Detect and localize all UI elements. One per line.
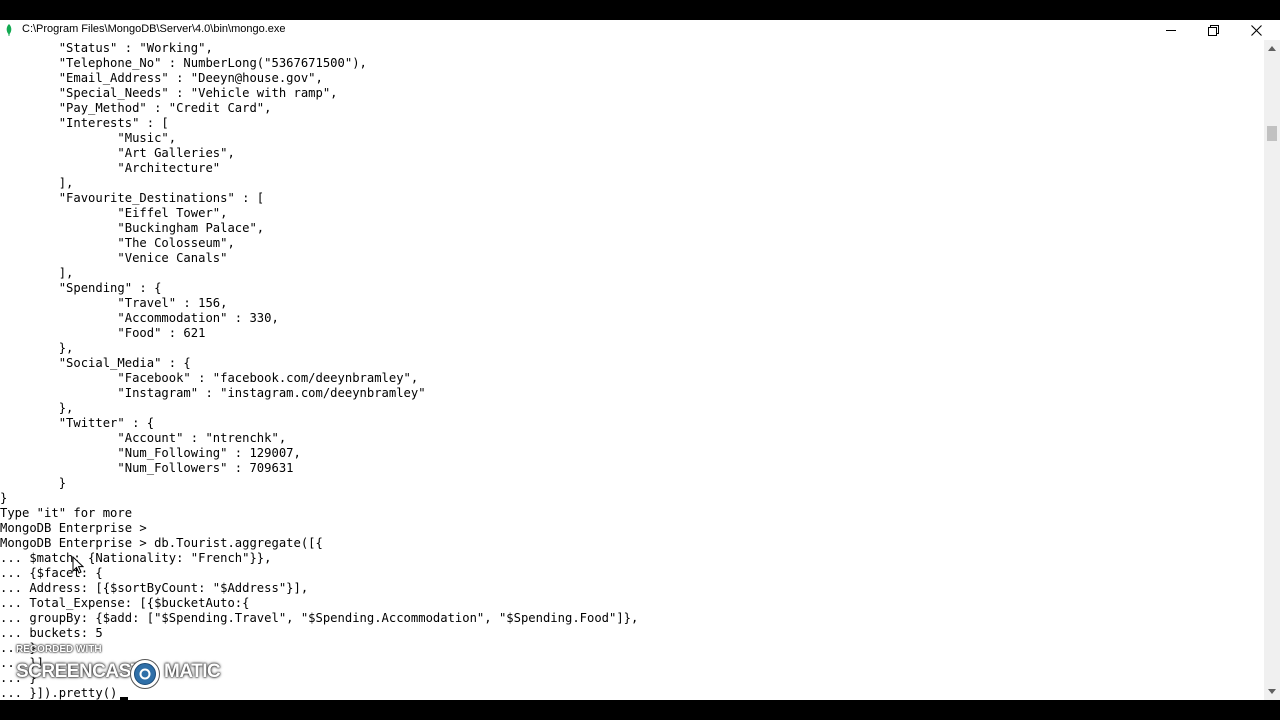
console-line: "Instagram" : "instagram.com/deeynbramle…	[0, 386, 426, 400]
console-line: "Architecture"	[0, 161, 221, 175]
arrow-up-icon	[1268, 46, 1276, 51]
console-line: "Num_Followers" : 709631	[0, 461, 294, 475]
minimize-icon	[1166, 30, 1176, 31]
scroll-down-button[interactable]	[1264, 683, 1280, 700]
console-line: "Favourite_Destinations" : [	[0, 191, 265, 205]
console-line: },	[0, 401, 74, 415]
console-line: "Special_Needs" : "Vehicle with ramp",	[0, 86, 338, 100]
console-line: "Num_Following" : 129007,	[0, 446, 301, 460]
minimize-button[interactable]	[1149, 20, 1193, 40]
console-line: }	[0, 476, 67, 490]
console-window: C:\Program Files\MongoDB\Server\4.0\bin\…	[0, 20, 1280, 700]
console-line: "Status" : "Working",	[0, 41, 213, 55]
console-line: "Food" : 621	[0, 326, 206, 340]
console-line: "Eiffel Tower",	[0, 206, 228, 220]
console-line: "Account" : "ntrenchk",	[0, 431, 287, 445]
console-line: ... }	[0, 641, 37, 655]
close-button[interactable]	[1234, 20, 1278, 40]
restore-icon	[1207, 24, 1219, 36]
console-line: ... groupBy: {$add: ["$Spending.Travel",…	[0, 611, 639, 625]
restore-button[interactable]	[1191, 20, 1235, 40]
console-line: "The Colosseum",	[0, 236, 235, 250]
console-line: "Telephone_No" : NumberLong("5367671500"…	[0, 56, 367, 70]
scroll-up-button[interactable]	[1264, 40, 1280, 57]
title-bar[interactable]: C:\Program Files\MongoDB\Server\4.0\bin\…	[0, 20, 1280, 40]
console-line: "Pay_Method" : "Credit Card",	[0, 101, 272, 115]
console-line: "Venice Canals"	[0, 251, 228, 265]
console-line: "Facebook" : "facebook.com/deeynbramley"…	[0, 371, 419, 385]
console-line: "Email_Address" : "Deeyn@house.gov",	[0, 71, 323, 85]
scroll-thumb[interactable]	[1267, 126, 1277, 141]
console-line: "Music",	[0, 131, 177, 145]
console-line: "Travel" : 156,	[0, 296, 228, 310]
console-line: MongoDB Enterprise >	[0, 521, 147, 535]
console-line: ... Total_Expense: [{$bucketAuto:{	[0, 596, 250, 610]
console-line: MongoDB Enterprise > db.Tourist.aggregat…	[0, 536, 323, 550]
console-line: "Spending" : {	[0, 281, 162, 295]
console-line: "Buckingham Palace",	[0, 221, 265, 235]
vertical-scrollbar[interactable]	[1264, 40, 1280, 700]
console-line: "Interests" : [	[0, 116, 169, 130]
console-output[interactable]: "Status" : "Working", "Telephone_No" : N…	[0, 40, 1264, 700]
console-line: "Accommodation" : 330,	[0, 311, 279, 325]
close-icon	[1250, 24, 1262, 36]
console-line: "Social_Media" : {	[0, 356, 191, 370]
console-line: ],	[0, 176, 74, 190]
console-line: ... }]	[0, 656, 45, 670]
console-line: ... {$facet: {	[0, 566, 103, 580]
console-line: ... }	[0, 671, 37, 685]
console-line: Type "it" for more	[0, 506, 133, 520]
console-line: ],	[0, 266, 74, 280]
arrow-down-icon	[1268, 689, 1276, 694]
console-line: ... buckets: 5	[0, 626, 103, 640]
console-line: "Art Galleries",	[0, 146, 235, 160]
console-line: },	[0, 341, 74, 355]
console-line: }	[0, 491, 8, 505]
console-line: ... }]).pretty()	[0, 686, 118, 700]
console-line: ... $match: {Nationality: "French"}},	[0, 551, 272, 565]
console-line: "Twitter" : {	[0, 416, 155, 430]
mongodb-leaf-icon	[6, 24, 12, 36]
window-title: C:\Program Files\MongoDB\Server\4.0\bin\…	[22, 23, 286, 35]
text-cursor	[120, 697, 128, 700]
console-line: ... Address: [{$sortByCount: "$Address"}…	[0, 581, 309, 595]
